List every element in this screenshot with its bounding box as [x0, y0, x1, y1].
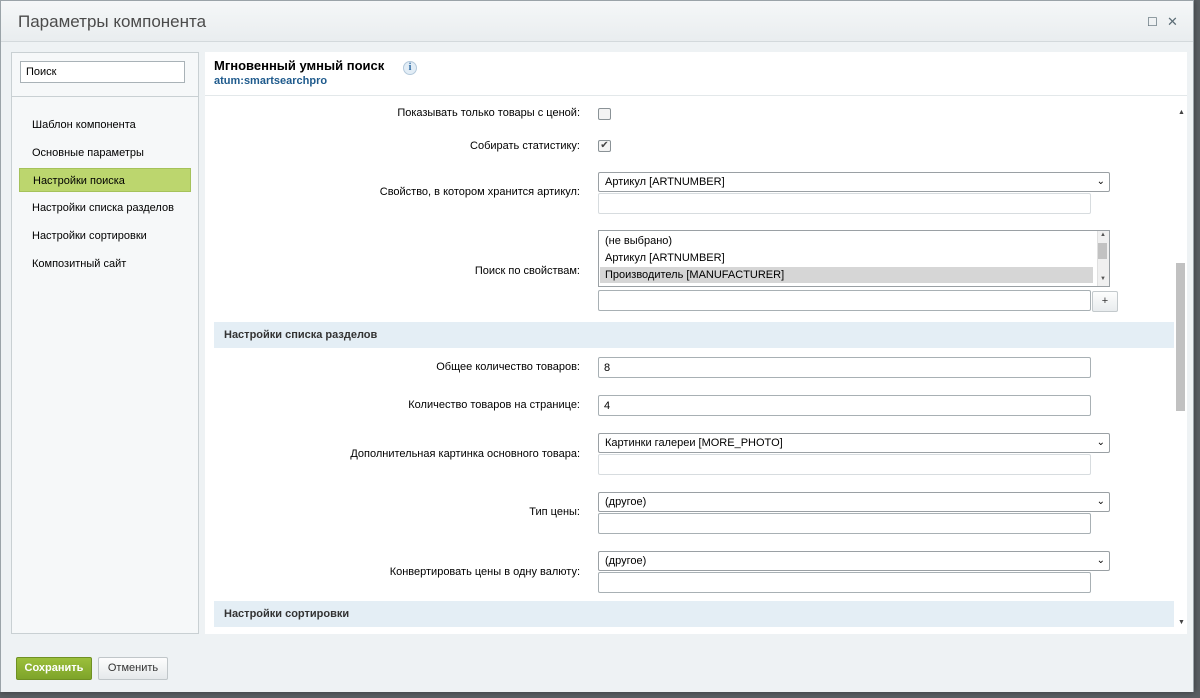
- maximize-icon[interactable]: ☐: [1147, 15, 1158, 29]
- chevron-down-icon: ⌄: [1096, 555, 1105, 566]
- collect-stats-checkbox[interactable]: ✔: [598, 140, 611, 152]
- scroll-down-icon[interactable]: ▼: [1178, 619, 1185, 626]
- component-code: atum:smartsearchpro: [214, 75, 328, 87]
- main-scrollbar[interactable]: ▲ ▼: [1176, 105, 1186, 633]
- listbox-scrollbar[interactable]: ▲ ▼: [1097, 231, 1109, 286]
- sidebar-item-section-list-settings[interactable]: Настройки списка разделов: [19, 196, 191, 220]
- sidebar-item-sort-settings[interactable]: Настройки сортировки: [19, 224, 191, 248]
- listbox-option-selected[interactable]: Производитель [MANUFACTURER]: [600, 267, 1093, 283]
- cancel-button[interactable]: Отменить: [98, 657, 168, 680]
- add-property-button[interactable]: +: [1092, 291, 1118, 312]
- extra-picture-extra-input[interactable]: [598, 454, 1091, 475]
- sidebar-item-main-params[interactable]: Основные параметры: [19, 141, 191, 165]
- component-params-dialog: Параметры компонента ☐ ✕ Шаблон компонен…: [0, 0, 1194, 692]
- settings-scroll-area: Показывать только товары с ценой: Собира…: [205, 97, 1175, 632]
- dialog-title: Параметры компонента: [18, 12, 207, 31]
- article-prop-select[interactable]: Артикул [ARTNUMBER] ⌄: [598, 172, 1110, 192]
- price-type-label: Тип цены:: [529, 506, 580, 518]
- article-prop-label: Свойство, в котором хранится артикул:: [379, 186, 580, 198]
- per-page-label: Количество товаров на странице:: [408, 399, 580, 411]
- total-count-label: Общее количество товаров:: [436, 361, 580, 373]
- search-props-extra-input[interactable]: [598, 290, 1091, 311]
- chevron-down-icon: ⌄: [1096, 496, 1105, 507]
- sidebar-item-search-settings[interactable]: Настройки поиска: [19, 168, 191, 192]
- extra-picture-select[interactable]: Картинки галереи [MORE_PHOTO] ⌄: [598, 433, 1110, 453]
- currency-value: (другое): [605, 555, 647, 567]
- section-header-sort-settings: Настройки сортировки: [214, 601, 1174, 627]
- scroll-up-icon[interactable]: ▲: [1178, 109, 1185, 116]
- per-page-input[interactable]: [598, 395, 1091, 416]
- search-props-label: Поиск по свойствам:: [474, 265, 580, 277]
- dialog-titlebar[interactable]: Параметры компонента ☐ ✕: [1, 1, 1193, 42]
- sidebar: Шаблон компонента Основные параметры Нас…: [11, 52, 199, 634]
- sidebar-item-composite-site[interactable]: Композитный сайт: [19, 252, 191, 276]
- close-icon[interactable]: ✕: [1167, 15, 1178, 29]
- show-priced-only-label: Показывать только товары с ценой:: [397, 107, 580, 119]
- article-prop-extra-input[interactable]: [598, 193, 1091, 214]
- currency-label: Конвертировать цены в одну валюту:: [389, 566, 580, 578]
- sidebar-item-template[interactable]: Шаблон компонента: [19, 113, 191, 137]
- article-prop-value: Артикул [ARTNUMBER]: [605, 176, 725, 188]
- section-header-list-settings: Настройки списка разделов: [214, 322, 1174, 348]
- sidebar-divider: [12, 96, 198, 97]
- listbox-scroll-thumb[interactable]: [1098, 243, 1107, 259]
- component-title: Мгновенный умный поиск: [214, 58, 385, 73]
- collect-stats-label: Собирать статистику:: [470, 140, 580, 152]
- price-type-select[interactable]: (другое) ⌄: [598, 492, 1110, 512]
- extra-picture-value: Картинки галереи [MORE_PHOTO]: [605, 437, 783, 449]
- save-button[interactable]: Сохранить: [16, 657, 92, 680]
- info-icon[interactable]: i: [403, 61, 417, 75]
- search-props-listbox[interactable]: (не выбрано) Артикул [ARTNUMBER] Произво…: [598, 230, 1110, 287]
- show-priced-only-checkbox[interactable]: [598, 108, 611, 120]
- scroll-up-icon[interactable]: ▲: [1100, 232, 1106, 238]
- extra-picture-label: Дополнительная картинка основного товара…: [350, 448, 580, 460]
- currency-extra-input[interactable]: [598, 572, 1091, 593]
- chevron-down-icon: ⌄: [1096, 437, 1105, 448]
- currency-select[interactable]: (другое) ⌄: [598, 551, 1110, 571]
- listbox-option[interactable]: Артикул [ARTNUMBER]: [600, 250, 1093, 266]
- dialog-footer: Сохранить Отменить: [1, 645, 1193, 692]
- main-scroll-thumb[interactable]: [1176, 263, 1185, 411]
- main-panel: Мгновенный умный поиск i atum:smartsearc…: [205, 52, 1187, 634]
- price-type-value: (другое): [605, 496, 647, 508]
- scroll-down-icon[interactable]: ▼: [1100, 276, 1106, 282]
- chevron-down-icon: ⌄: [1096, 176, 1105, 187]
- price-type-extra-input[interactable]: [598, 513, 1091, 534]
- total-count-input[interactable]: [598, 357, 1091, 378]
- sidebar-search-input[interactable]: [20, 61, 185, 83]
- listbox-option[interactable]: (не выбрано): [600, 233, 1093, 249]
- component-header: Мгновенный умный поиск i atum:smartsearc…: [205, 52, 1187, 96]
